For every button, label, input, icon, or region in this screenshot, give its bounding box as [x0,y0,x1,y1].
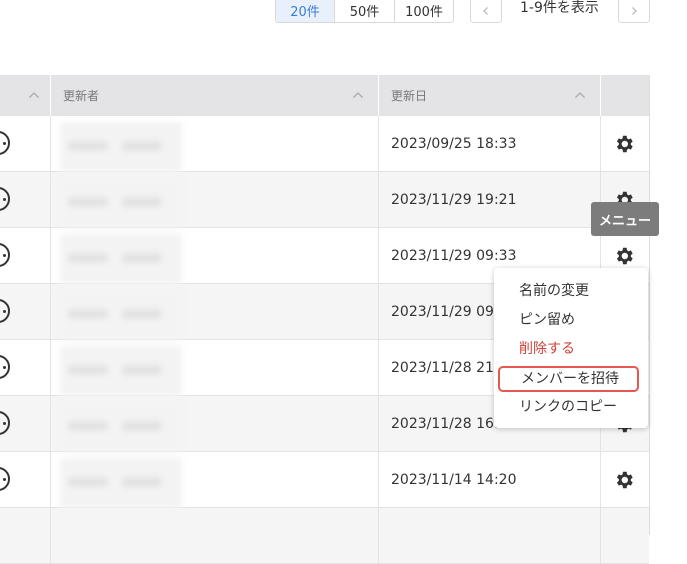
column-divider [378,508,379,563]
column-divider [378,284,379,339]
gear-icon[interactable] [613,469,635,491]
updated-at-cell: 2023/11/28 21: [391,360,499,376]
context-menu: 名前の変更 ピン留め 削除する メンバーを招待 リンクのコピー [494,268,648,428]
more-options-icon[interactable] [0,187,10,211]
gear-icon[interactable] [613,245,635,267]
column-divider [378,116,379,171]
column-header-updater[interactable]: 更新者 [51,75,379,116]
column-divider [378,172,379,227]
page-size-selector: 20件 50件 100件 [275,0,454,23]
sort-asc-icon [575,92,585,98]
next-page-button[interactable] [618,0,650,23]
range-text: 1-9件を表示 [520,0,599,16]
column-divider [378,228,379,283]
more-options-icon[interactable] [0,355,10,379]
column-divider [50,284,51,339]
updated-at-cell: 2023/09/25 18:33 [391,136,517,152]
more-options-icon[interactable] [0,467,10,491]
more-options-icon[interactable] [0,299,10,323]
updated-at-cell: 2023/11/28 16: [391,416,499,432]
column-divider [378,396,379,451]
column-divider [378,340,379,395]
page-size-100-button[interactable]: 100件 [395,0,453,22]
table-row[interactable]: 2023/11/14 14:20 [0,452,649,508]
updater-avatar-blurred [60,458,182,508]
updater-avatar-blurred [60,290,182,340]
column-header-updater-label: 更新者 [63,89,100,103]
table-row[interactable]: 2023/11/29 19:21 [0,172,649,228]
table-row[interactable] [0,508,649,564]
table-header: 更新者 更新日 [0,75,649,116]
menu-item-copy-link[interactable]: リンクのコピー [494,393,648,422]
column-divider [50,508,51,563]
menu-item-delete[interactable]: 削除する [494,335,648,364]
column-header-updated-at-label: 更新日 [391,89,428,103]
column-divider [378,452,379,507]
sort-asc-icon [353,92,363,98]
column-divider [50,340,51,395]
menu-tooltip: メニュー [591,202,659,236]
prev-page-button[interactable] [470,0,502,23]
column-header-updated-at[interactable]: 更新日 [379,75,601,116]
column-divider [50,452,51,507]
column-divider [50,228,51,283]
more-options-icon[interactable] [0,243,10,267]
table-row[interactable]: 2023/09/25 18:33 [0,116,649,172]
column-divider [600,508,601,563]
updater-avatar-blurred [60,122,182,172]
updater-avatar-blurred [60,234,182,284]
chevron-right-icon [632,6,637,15]
updater-avatar-blurred [60,178,182,228]
updater-avatar-blurred [60,402,182,452]
menu-item-invite-member[interactable]: メンバーを招待 [498,366,639,392]
column-divider [600,116,601,171]
column-divider [50,116,51,171]
chevron-left-icon [483,6,488,15]
more-options-icon[interactable] [0,131,10,155]
updated-at-cell: 2023/11/29 19:21 [391,192,517,208]
page-size-50-button[interactable]: 50件 [335,0,395,22]
sort-asc-icon [29,92,39,98]
menu-item-rename[interactable]: 名前の変更 [494,277,648,306]
column-header-actions [601,75,649,116]
column-header-name[interactable] [0,75,51,116]
column-divider [50,396,51,451]
updated-at-cell: 2023/11/14 14:20 [391,472,517,488]
page-size-20-button[interactable]: 20件 [276,0,335,22]
gear-icon[interactable] [613,133,635,155]
updated-at-cell: 2023/11/29 09: [391,304,499,320]
menu-item-pin[interactable]: ピン留め [494,306,648,335]
updater-avatar-blurred [60,346,182,396]
column-divider [50,172,51,227]
more-options-icon[interactable] [0,411,10,435]
column-divider [600,452,601,507]
